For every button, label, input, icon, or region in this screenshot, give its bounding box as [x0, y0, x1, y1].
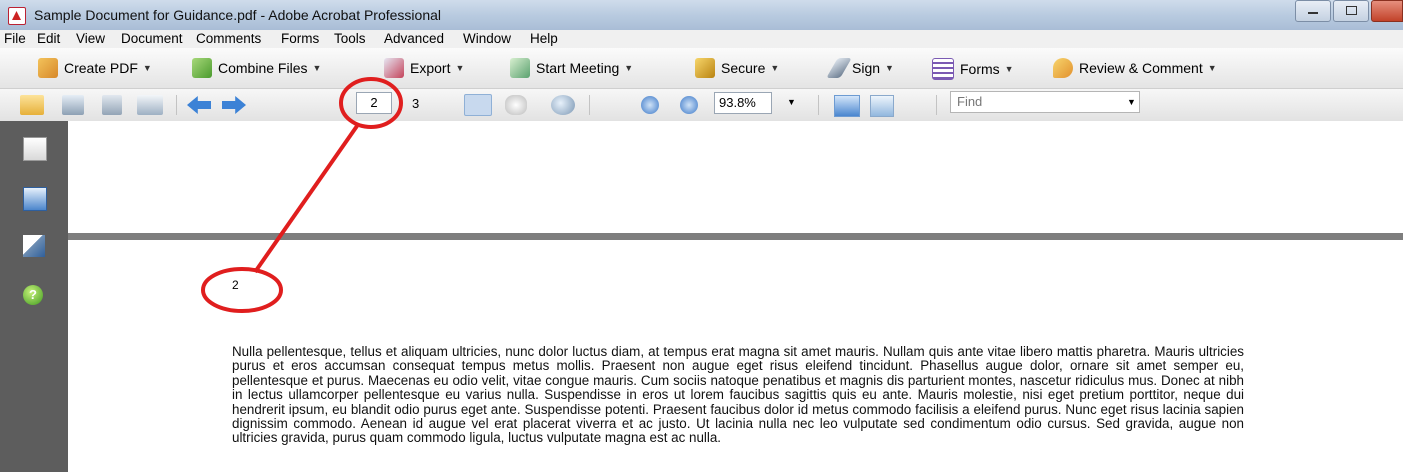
- lock-icon: [695, 58, 715, 78]
- menu-help[interactable]: Help: [530, 31, 558, 46]
- menu-window[interactable]: Window: [463, 31, 511, 46]
- signatures-icon[interactable]: [23, 235, 45, 257]
- document-page-number: 2: [232, 278, 239, 292]
- minimize-button[interactable]: [1295, 0, 1331, 22]
- sign-button[interactable]: Sign ▼: [826, 58, 894, 78]
- chevron-down-icon: ▼: [455, 63, 465, 73]
- forms-icon: [932, 58, 954, 80]
- menu-edit[interactable]: Edit: [37, 31, 60, 46]
- find-input[interactable]: Find: [950, 91, 1140, 113]
- export-icon: [384, 58, 404, 78]
- next-page-icon[interactable]: [222, 96, 246, 114]
- close-button[interactable]: [1371, 0, 1403, 22]
- minimize-icon: [1308, 12, 1318, 14]
- create-pdf-button[interactable]: Create PDF ▼: [38, 58, 152, 78]
- select-tool-icon[interactable]: [464, 94, 492, 116]
- fit-page-icon[interactable]: [870, 95, 894, 117]
- zoom-out-icon[interactable]: [641, 96, 659, 114]
- secure-button[interactable]: Secure ▼: [695, 58, 779, 78]
- save-icon[interactable]: [102, 95, 122, 115]
- menu-advanced[interactable]: Advanced: [384, 31, 444, 46]
- pages-icon[interactable]: [23, 137, 47, 161]
- menu-tools[interactable]: Tools: [334, 31, 366, 46]
- comment-bubble-icon: [1053, 58, 1073, 78]
- window-title: Sample Document for Guidance.pdf - Adobe…: [34, 7, 442, 23]
- combine-files-button[interactable]: Combine Files ▼: [192, 58, 321, 78]
- find-dropdown-arrow-icon[interactable]: ▼: [1127, 97, 1136, 107]
- page-divider: [68, 233, 1403, 240]
- chevron-down-icon: ▼: [312, 63, 322, 73]
- navigation-toolbar: [0, 89, 1403, 122]
- export-button[interactable]: Export ▼: [384, 58, 464, 78]
- print-icon[interactable]: [62, 95, 84, 115]
- toolbar-separator: [176, 95, 177, 115]
- toolbar-separator: [936, 95, 937, 115]
- start-meeting-button[interactable]: Start Meeting ▼: [510, 58, 633, 78]
- open-folder-icon[interactable]: [20, 95, 44, 115]
- hand-tool-icon[interactable]: [505, 95, 527, 115]
- page-number-input[interactable]: 2: [356, 92, 392, 114]
- maximize-icon: [1346, 6, 1357, 15]
- chevron-down-icon: ▼: [1004, 64, 1014, 74]
- navigation-panel: ?: [0, 121, 68, 472]
- maximize-button[interactable]: [1333, 0, 1369, 22]
- help-icon[interactable]: ?: [23, 285, 43, 305]
- title-bar: Sample Document for Guidance.pdf - Adobe…: [0, 0, 1403, 30]
- acrobat-app-icon: [8, 7, 26, 25]
- chevron-down-icon: ▼: [885, 63, 894, 73]
- menu-comments[interactable]: Comments: [196, 31, 261, 46]
- zoom-level-input[interactable]: 93.8%: [714, 92, 772, 114]
- review-comment-button[interactable]: Review & Comment ▼: [1053, 58, 1217, 78]
- combine-files-icon: [192, 58, 212, 78]
- marquee-zoom-icon[interactable]: [551, 95, 575, 115]
- menu-view[interactable]: View: [76, 31, 105, 46]
- create-pdf-icon: [38, 58, 58, 78]
- pen-icon: [826, 58, 852, 78]
- menu-document[interactable]: Document: [121, 31, 183, 46]
- chevron-down-icon: ▼: [1207, 63, 1217, 73]
- chevron-down-icon: ▼: [142, 63, 152, 73]
- email-icon[interactable]: [137, 95, 163, 115]
- bookmarks-icon[interactable]: [23, 187, 47, 211]
- menu-forms[interactable]: Forms: [281, 31, 319, 46]
- menu-bar: File Edit View Document Comments Forms T…: [0, 30, 1403, 48]
- menu-file[interactable]: File: [4, 31, 26, 46]
- toolbar-separator: [589, 95, 590, 115]
- fit-width-icon[interactable]: [834, 95, 860, 117]
- window-controls: [1293, 0, 1403, 22]
- document-body-text: Nulla pellentesque, tellus et aliquam ul…: [232, 344, 1244, 446]
- toolbar-separator: [818, 95, 819, 115]
- chevron-down-icon: ▼: [624, 63, 634, 73]
- zoom-dropdown-arrow-icon[interactable]: ▼: [787, 97, 796, 107]
- task-toolbar: Create PDF ▼ Combine Files ▼ Export ▼ Start…: [0, 48, 1403, 89]
- page-count: 3: [412, 96, 420, 111]
- zoom-in-icon[interactable]: [680, 96, 698, 114]
- previous-page-icon[interactable]: [187, 96, 211, 114]
- forms-button[interactable]: Forms ▼: [932, 58, 1014, 80]
- start-meeting-icon: [510, 58, 530, 78]
- chevron-down-icon: ▼: [770, 63, 780, 73]
